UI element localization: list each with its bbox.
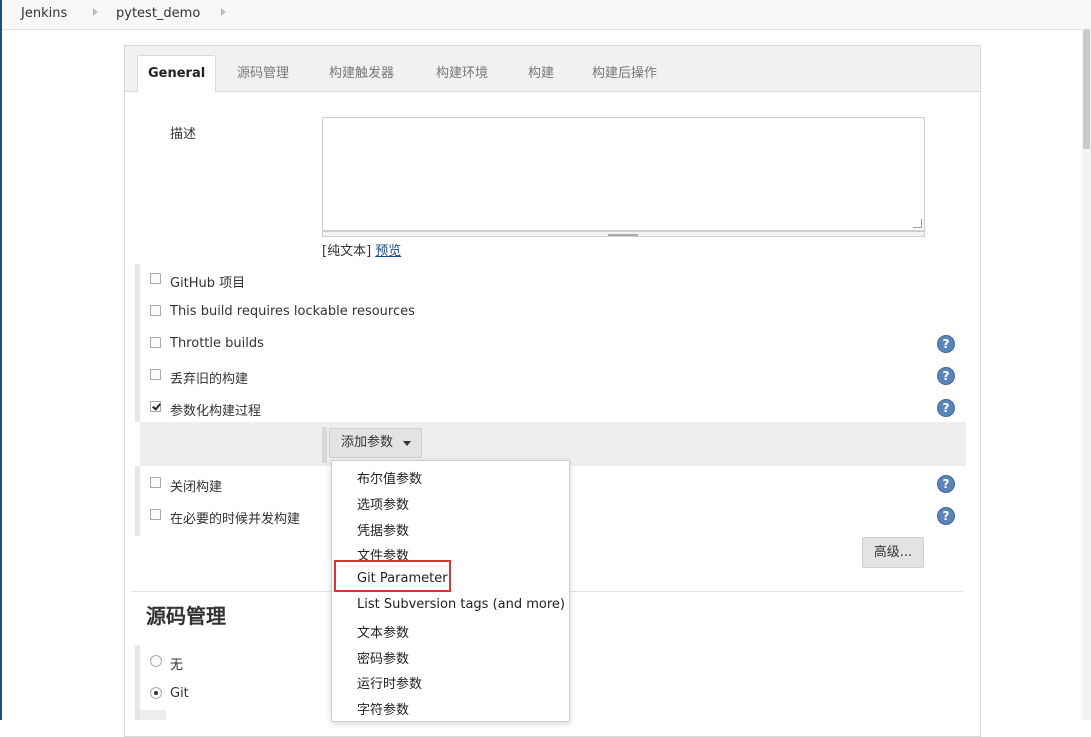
options-group-strip xyxy=(135,264,140,422)
menu-item-choice[interactable]: 选项参数 xyxy=(357,494,409,513)
lockable-resources-label: This build requires lockable resources xyxy=(170,304,415,319)
description-label: 描述 xyxy=(170,127,197,142)
github-project-checkbox[interactable] xyxy=(150,273,161,284)
git-config-strip xyxy=(140,710,166,720)
menu-item-credentials[interactable]: 凭据参数 xyxy=(357,520,409,539)
help-icon[interactable]: ? xyxy=(937,367,955,385)
resize-handle-icon xyxy=(608,234,638,236)
window-edge xyxy=(0,0,2,720)
tab-build-environment[interactable]: 构建环境 xyxy=(426,58,498,90)
advanced-button[interactable]: 高级... xyxy=(862,537,924,568)
help-icon[interactable]: ? xyxy=(937,475,955,493)
scm-none-radio[interactable] xyxy=(150,655,162,667)
breadcrumb-dropdown-icon[interactable] xyxy=(221,8,226,16)
scm-git-radio[interactable] xyxy=(150,687,162,699)
parameterized-build-label: 参数化构建过程 xyxy=(170,404,262,419)
options-group-strip-lower xyxy=(135,466,140,536)
throttle-builds-checkbox[interactable] xyxy=(150,337,161,348)
scm-options-strip xyxy=(135,645,140,720)
tab-build-triggers[interactable]: 构建触发器 xyxy=(319,58,404,90)
scm-none-label: 无 xyxy=(170,658,184,673)
breadcrumb: Jenkins pytest_demo xyxy=(2,0,1091,30)
discard-old-builds-checkbox[interactable] xyxy=(150,369,161,380)
throttle-builds-label: Throttle builds xyxy=(170,336,264,351)
parameterized-build-checkbox[interactable] xyxy=(150,401,161,412)
tab-general[interactable]: General xyxy=(137,55,217,93)
menu-item-list-subversion-tags[interactable]: List Subversion tags (and more) xyxy=(357,597,565,612)
github-project-label: GitHub 项目 xyxy=(170,276,246,291)
tab-scm[interactable]: 源码管理 xyxy=(227,58,299,90)
git-parameter-highlight-box xyxy=(334,560,451,592)
help-icon[interactable]: ? xyxy=(937,335,955,353)
add-parameter-button[interactable]: 添加参数 xyxy=(329,428,422,458)
breadcrumb-separator-icon xyxy=(93,8,98,16)
menu-item-text[interactable]: 文本参数 xyxy=(357,622,409,641)
add-parameter-menu: 布尔值参数 选项参数 凭据参数 文件参数 Git Parameter List … xyxy=(331,460,570,722)
disable-build-label: 关闭构建 xyxy=(170,480,223,495)
parameters-strip xyxy=(322,427,327,463)
help-icon[interactable]: ? xyxy=(937,399,955,417)
breadcrumb-project[interactable]: pytest_demo xyxy=(116,6,200,21)
concurrent-build-label: 在必要的时候并发构建 xyxy=(170,512,301,527)
plain-text-tag: [纯文本] xyxy=(322,244,372,259)
menu-item-run[interactable]: 运行时参数 xyxy=(357,673,422,692)
preview-link[interactable]: 预览 xyxy=(375,244,401,259)
plain-text-label: [纯文本] 预览 xyxy=(322,240,401,259)
menu-item-boolean[interactable]: 布尔值参数 xyxy=(357,468,422,487)
scm-git-label: Git xyxy=(170,686,189,701)
description-textarea[interactable] xyxy=(322,117,925,231)
menu-item-password[interactable]: 密码参数 xyxy=(357,648,409,667)
breadcrumb-jenkins[interactable]: Jenkins xyxy=(21,6,67,21)
discard-old-builds-label: 丢弃旧的构建 xyxy=(170,372,249,387)
tab-post-build[interactable]: 构建后操作 xyxy=(582,58,667,90)
lockable-resources-checkbox[interactable] xyxy=(150,305,161,316)
disable-build-checkbox[interactable] xyxy=(150,477,161,488)
scrollbar-thumb[interactable] xyxy=(1083,29,1090,149)
menu-item-string[interactable]: 字符参数 xyxy=(357,699,409,718)
resize-grip-icon[interactable] xyxy=(913,219,922,228)
concurrent-build-checkbox[interactable] xyxy=(150,509,161,520)
help-icon[interactable]: ? xyxy=(937,507,955,525)
add-parameter-label: 添加参数 xyxy=(341,435,394,450)
tab-build[interactable]: 构建 xyxy=(518,58,564,90)
tab-bar: General 源码管理 构建触发器 构建环境 构建 构建后操作 xyxy=(125,46,980,93)
scm-section-title: 源码管理 xyxy=(146,604,226,628)
caret-down-icon xyxy=(403,441,411,446)
